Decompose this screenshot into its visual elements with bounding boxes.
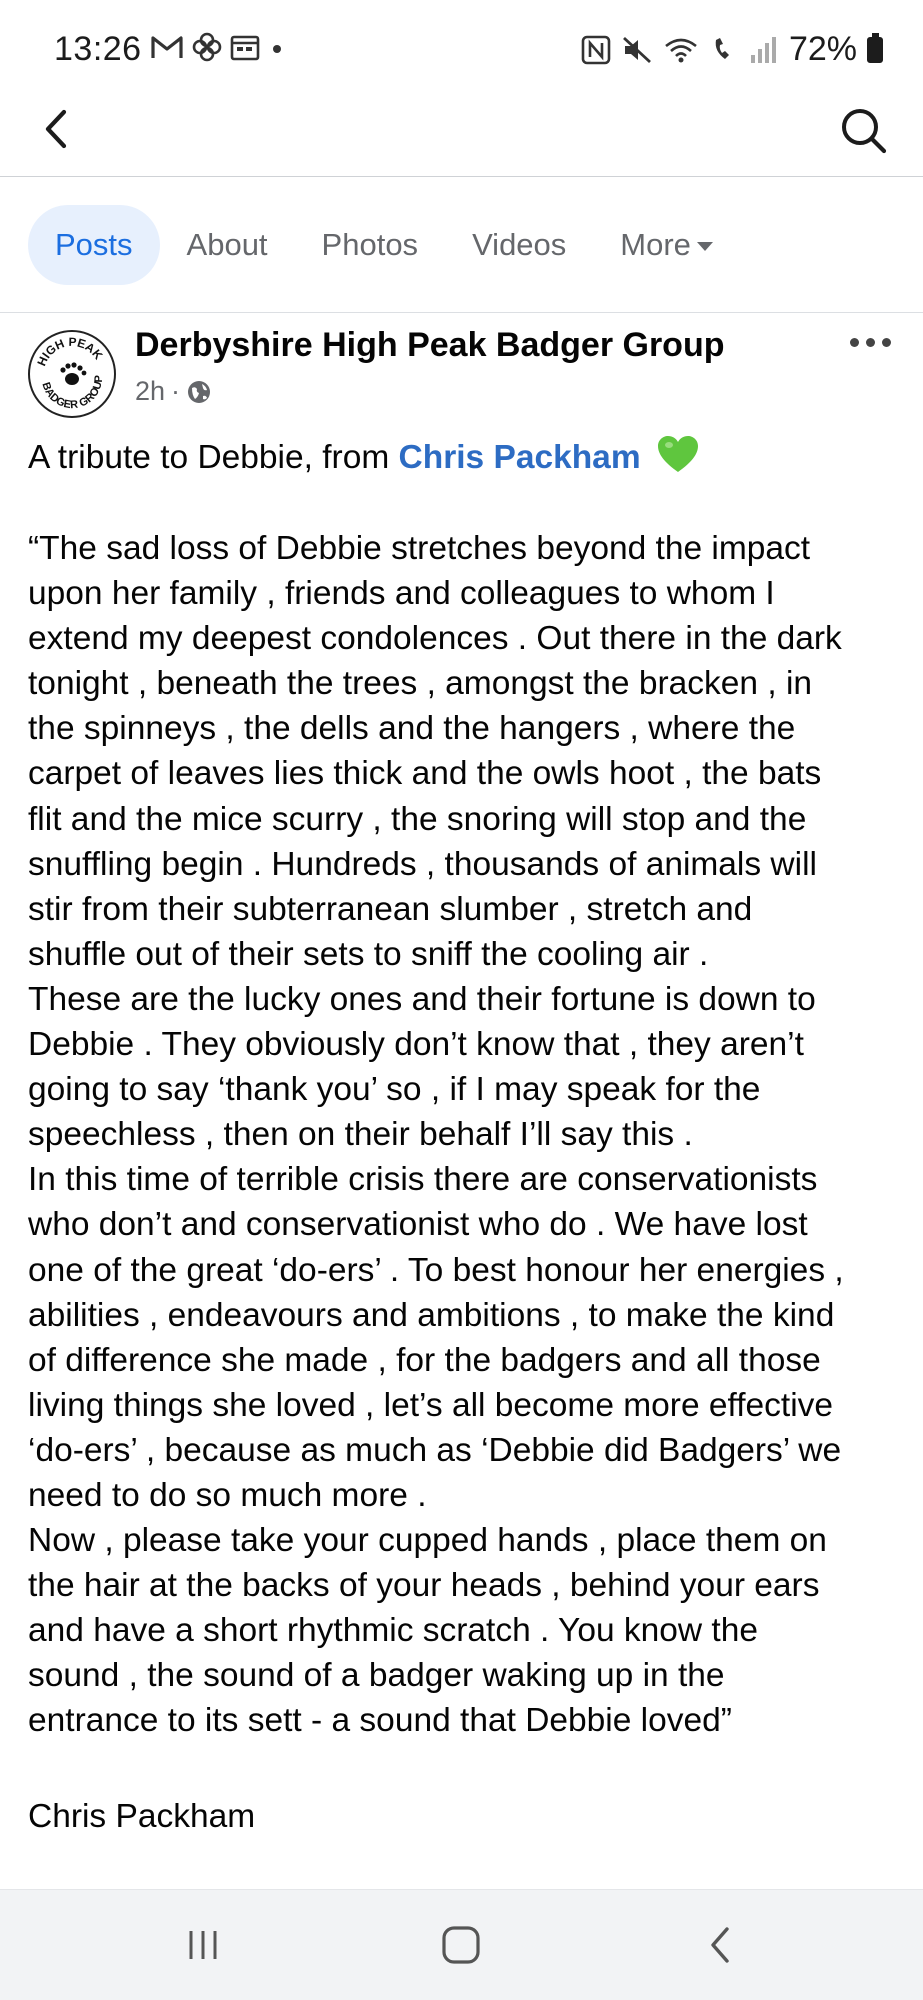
post-line: who don’t and conservationist who do . W… [28,1206,808,1244]
post-line: and have a short rhythmic scratch . You … [28,1612,758,1650]
post-line: In this time of terrible crisis there ar… [28,1161,818,1199]
tab-posts[interactable]: Posts [28,205,160,285]
mention-link[interactable]: Chris Packham [399,439,641,476]
post-intro: A tribute to Debbie, from Chris Packham [28,434,700,480]
calendar-icon [230,35,260,61]
post-meta: 2h · [135,376,212,407]
recent-apps-button[interactable] [173,1920,233,1970]
post-line: of difference she made , for the badgers… [28,1341,821,1379]
gmail-icon [151,36,183,58]
post-line: These are the lucky ones and their fortu… [28,980,816,1018]
system-back-button[interactable] [690,1920,750,1970]
battery-percent: 72% [788,30,857,68]
post-line: one of the great ‘do-ers’ . To best hono… [28,1251,844,1289]
post-line: living things she loved , let’s all beco… [28,1386,834,1424]
tab-about[interactable]: About [160,205,295,285]
post-line: Now , please take your cupped hands , pl… [28,1522,827,1560]
top-nav [0,100,923,177]
home-button[interactable] [431,1920,491,1970]
post-line: abilities , endeavours and ambitions , t… [28,1296,835,1334]
post-line: sound , the sound of a badger waking up … [28,1657,725,1695]
status-time: 13:26 [54,30,142,68]
post-line: tonight , beneath the trees , amongst th… [28,665,813,703]
post-line: shuffle out of their sets to sniff the c… [28,935,709,973]
post-line: carpet of leaves lies thick and the owls… [28,755,822,793]
recent-apps-icon [189,1931,217,1959]
back-button[interactable] [36,106,82,152]
post-line: stir from their subterranean slumber , s… [28,890,753,928]
intro-text: A tribute to Debbie, from [28,439,399,476]
wifi-calling-icon [665,38,697,62]
tab-more-label: More [620,227,691,262]
globe-icon [188,380,211,403]
post-line: the hair at the backs of your heads , be… [28,1567,820,1605]
nfc-icon [581,35,611,64]
pinwheel-icon [192,32,222,62]
green-heart-icon [657,436,698,472]
page-name[interactable]: Derbyshire High Peak Badger Group [135,326,725,365]
post-line: snuffling begin . Hundreds , thousands o… [28,845,817,883]
post-line: flit and the mice scurry , the snoring w… [28,800,807,838]
post-line: extend my deepest condolences . Out ther… [28,620,842,658]
post-line: the spinneys , the dells and the hangers… [28,710,796,748]
svg-text:HIGH PEAK: HIGH PEAK [34,335,105,368]
notification-icons [150,32,286,62]
dot-icon [273,45,281,53]
meta-separator: · [171,376,181,406]
post-time[interactable]: 2h [135,376,165,407]
call-icon [715,37,729,59]
post-line: ‘do-ers’ , because as much as ‘Debbie di… [28,1431,842,1469]
post-line: going to say ‘thank you’ so , if I may s… [28,1071,761,1109]
chevron-left-icon [711,1927,729,1963]
battery-icon [867,32,883,63]
post-line: speechless , then on their behalf I’ll s… [28,1116,693,1154]
mute-icon [622,36,651,63]
post-line: “The sad loss of Debbie stretches beyond… [28,530,811,567]
dot-icon [882,338,891,347]
tab-videos[interactable]: Videos [445,205,593,285]
page-avatar[interactable]: HIGH PEAK BADGER GROUP [28,330,116,418]
tab-photos[interactable]: Photos [295,205,446,285]
post-line: need to do so much more . [28,1476,427,1514]
badger-group-logo: HIGH PEAK BADGER GROUP [34,335,105,411]
system-navigation-bar [0,1889,923,2000]
home-icon [442,1926,480,1964]
search-button[interactable] [839,106,889,156]
post-line: entrance to its sett - a sound that Debb… [28,1702,732,1740]
caret-down-icon [696,241,713,251]
tabs-divider [0,312,923,313]
tab-more[interactable]: More [593,205,740,285]
post-signature: Chris Packham [28,1798,256,1835]
dot-icon [866,338,875,347]
post-options-button[interactable] [842,330,899,355]
dot-icon [850,338,859,347]
post-body: “The sad loss of Debbie stretches beyond… [28,526,908,1744]
signal-icon [750,36,776,63]
post-line: upon her family , friends and colleagues… [28,575,775,613]
page-tabs: Posts About Photos Videos More [28,205,740,285]
post-line: Debbie . They obviously don’t know that … [28,1026,804,1064]
status-right: 72% [581,30,883,69]
back-arrow-icon [45,109,67,149]
status-bar: 13:26 72% [0,0,923,100]
search-icon [842,109,887,154]
